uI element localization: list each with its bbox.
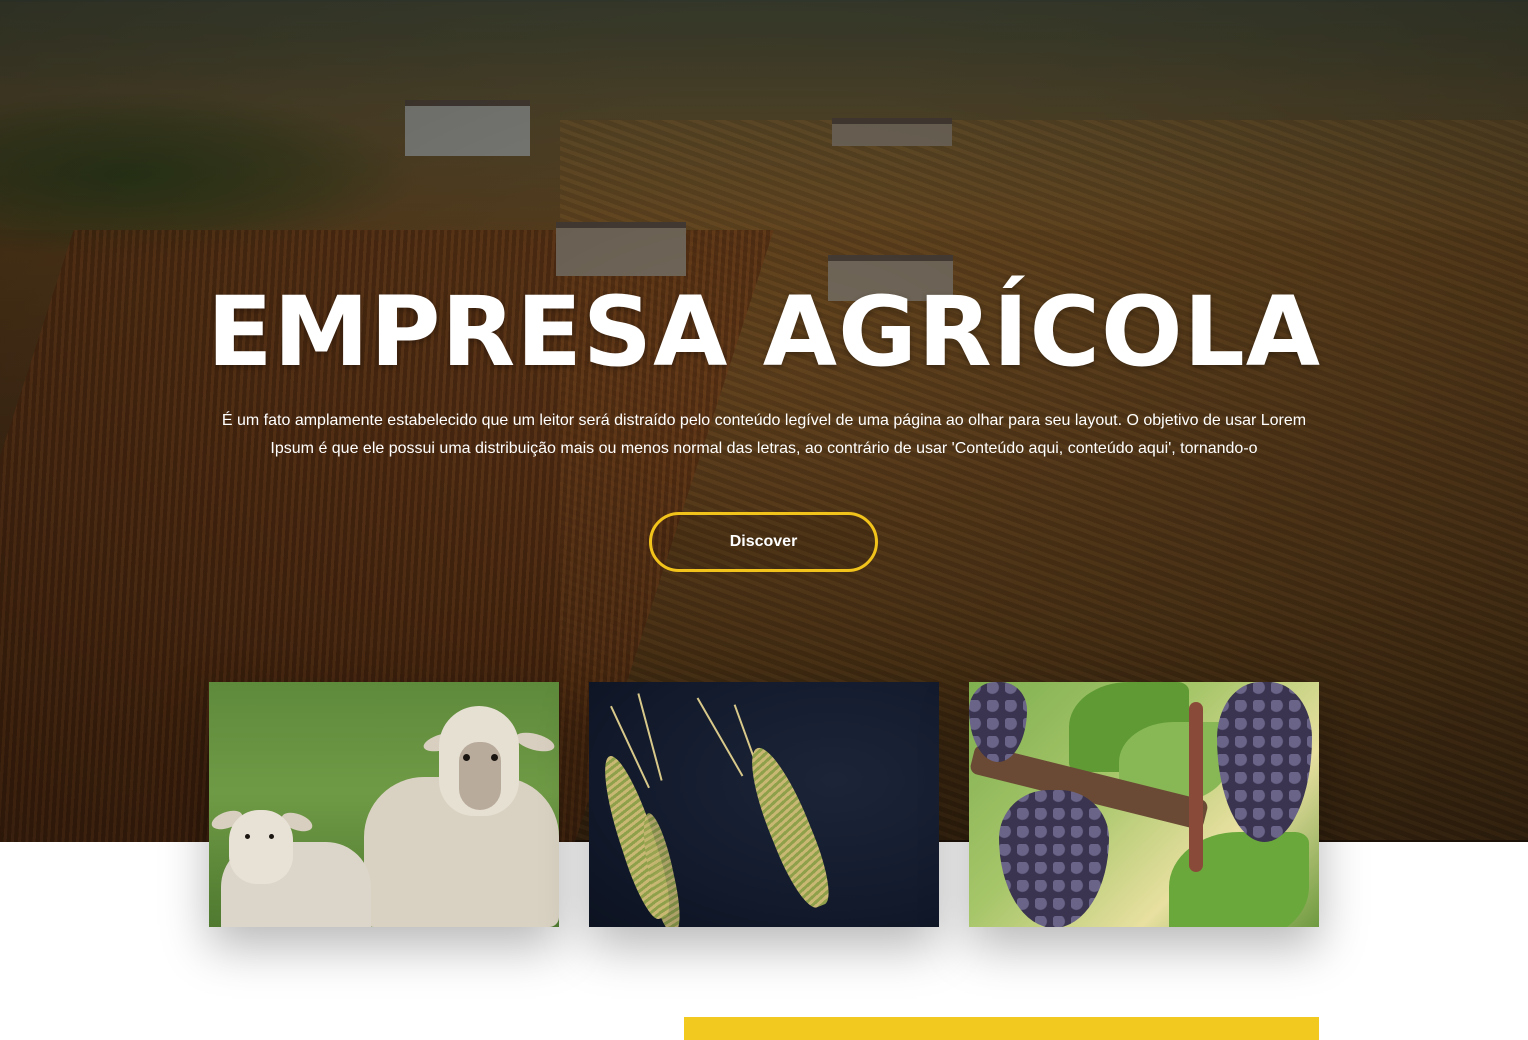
hero-description: É um fato amplamente estabelecido que um… — [221, 412, 1307, 457]
accent-bar — [684, 1017, 1319, 1040]
grape-cluster — [1217, 682, 1312, 842]
page: EMPRESA AGRÍCOLA É um fato amplamente es… — [0, 0, 1528, 1040]
lamb-eye — [269, 834, 274, 839]
vine-stem — [1189, 702, 1203, 872]
card-sheep-image[interactable] — [209, 682, 559, 927]
card-wheat-image[interactable] — [589, 682, 939, 927]
grape-cluster — [999, 790, 1109, 927]
sheep-eye — [491, 754, 498, 761]
sheep-adult-face — [459, 742, 501, 810]
lamb-eye — [245, 834, 250, 839]
sheep-ear — [513, 729, 557, 755]
sheep-eye — [463, 754, 470, 761]
discover-button[interactable]: Discover — [649, 512, 878, 572]
card-grapes-image[interactable] — [969, 682, 1319, 927]
lamb-head — [229, 810, 293, 884]
hero-title: EMPRESA AGRÍCOLA — [206, 276, 1322, 388]
wheat-ear — [738, 740, 840, 914]
